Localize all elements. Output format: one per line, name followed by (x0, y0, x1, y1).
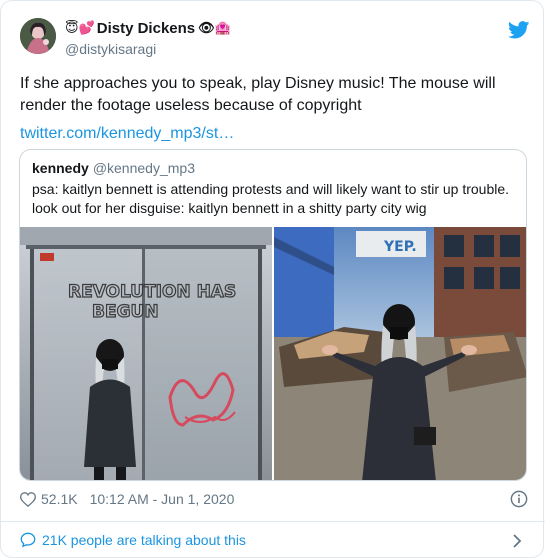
quoted-tweet-text: psa: kaitlyn bennett is attending protes… (32, 181, 510, 216)
billboard-sign: YEP. (383, 239, 417, 255)
heart-outline-icon[interactable] (20, 491, 36, 507)
tweet-text: If she approaches you to speak, play Dis… (20, 75, 496, 114)
conversation-link[interactable]: 21K people are talking about this (20, 532, 246, 548)
tweet-embed-card: 😇💕 Disty Dickens 👁🏩 @distykisaragi If sh… (0, 0, 545, 558)
quoted-author-handle: @kennedy_mp3 (92, 160, 195, 176)
tweet-body: If she approaches you to speak, play Dis… (20, 73, 520, 145)
author-handle[interactable]: @distykisaragi (65, 41, 156, 57)
author-name[interactable]: Disty Dickens (97, 20, 195, 37)
quoted-tweet[interactable]: kennedy @kennedy_mp3 psa: kaitlyn bennett… (19, 149, 527, 481)
like-count[interactable]: 52.1K (41, 491, 78, 507)
info-icon[interactable] (510, 490, 528, 508)
talking-text[interactable]: 21K people are talking about this (42, 532, 246, 548)
graffiti-line-2: BEGUN (92, 302, 159, 322)
tweet-meta: 52.1K 10:12 AM - Jun 1, 2020 (20, 491, 234, 507)
twitter-bird-icon[interactable] (508, 21, 530, 39)
quoted-photo-bus-shelter[interactable]: REVOLUTION HAS BEGUN (20, 227, 272, 480)
author-avatar[interactable] (20, 18, 56, 54)
quoted-photo-burned-cars[interactable]: YEP. (274, 227, 526, 480)
author-name-row[interactable]: 😇💕 Disty Dickens 👁🏩 (65, 20, 233, 37)
name-prefix-emoji: 😇💕 (65, 21, 95, 36)
tweet-link[interactable]: twitter.com/kennedy_mp3/st… (20, 123, 520, 145)
name-suffix-emoji: 👁🏩 (198, 21, 231, 36)
comment-bubble-icon (20, 532, 36, 548)
tweet-timestamp[interactable]: 10:12 AM - Jun 1, 2020 (90, 491, 235, 507)
graffiti-line-1: REVOLUTION HAS (68, 282, 236, 302)
footer-divider (1, 521, 545, 522)
quoted-tweet-header: kennedy @kennedy_mp3 (32, 160, 195, 176)
quoted-author-name: kennedy (32, 160, 89, 176)
chevron-right-icon[interactable] (511, 533, 523, 549)
